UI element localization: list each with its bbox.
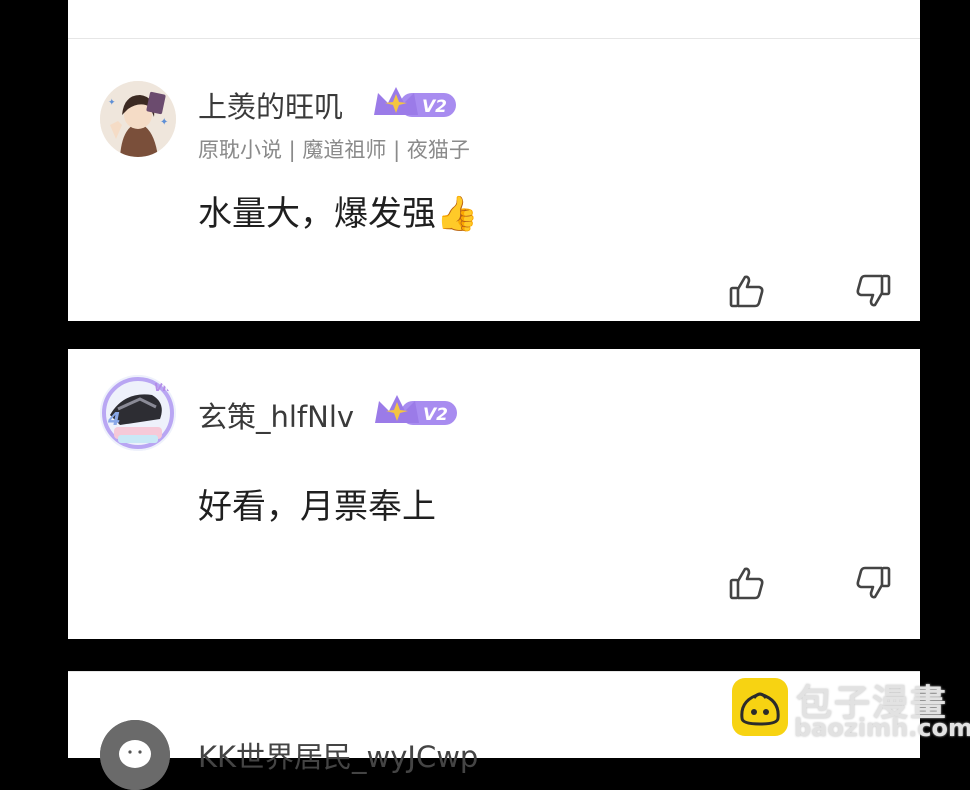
vip-level-badge: V2 — [370, 83, 458, 123]
comment-text: 好看，月票奉上 — [198, 487, 436, 527]
site-watermark: 包子漫畫 baozimh.com — [732, 676, 970, 748]
watermark-url: baozimh.com — [794, 714, 970, 742]
svg-text:VIP: VIP — [154, 381, 175, 394]
bun-logo-icon — [732, 678, 788, 736]
username[interactable]: 上羡的旺叽 — [198, 84, 343, 126]
comment-card: ✦ ✦ 上羡的旺叽 V2 原耽小说 | 魔道祖师 | 夜猫子 水量大，爆发强👍 — [68, 39, 920, 321]
vip-level-text: V2 — [423, 405, 448, 425]
username[interactable]: KK世界居民_wyJCwp — [198, 734, 478, 776]
thumbs-down-icon[interactable] — [853, 271, 893, 311]
avatar[interactable]: 4 VIP — [100, 375, 176, 451]
svg-text:✦: ✦ — [160, 117, 168, 128]
thumbs-up-icon[interactable] — [727, 563, 767, 603]
user-tags: 原耽小说 | 魔道祖师 | 夜猫子 — [198, 138, 470, 162]
crown-vip-icon: V2 — [375, 395, 457, 425]
crown-vip-icon: V2 — [374, 87, 456, 117]
svg-text:✦: ✦ — [108, 98, 116, 108]
vip-level-text: V2 — [422, 97, 447, 117]
svg-text:4: 4 — [107, 409, 121, 430]
comment-text: 水量大，爆发强👍 — [198, 194, 479, 234]
comment-card: 4 VIP 玄策_hlfNlv V2 好看，月票奉上 — [68, 349, 920, 639]
thumbs-up-icon[interactable] — [727, 271, 767, 311]
avatar[interactable]: ✦ ✦ — [100, 81, 176, 157]
vip-level-badge: V2 — [371, 391, 459, 431]
avatar[interactable] — [100, 720, 170, 790]
previous-comment-card — [68, 0, 920, 39]
thumbs-down-icon[interactable] — [853, 563, 893, 603]
username[interactable]: 玄策_hlfNlv — [198, 394, 354, 436]
